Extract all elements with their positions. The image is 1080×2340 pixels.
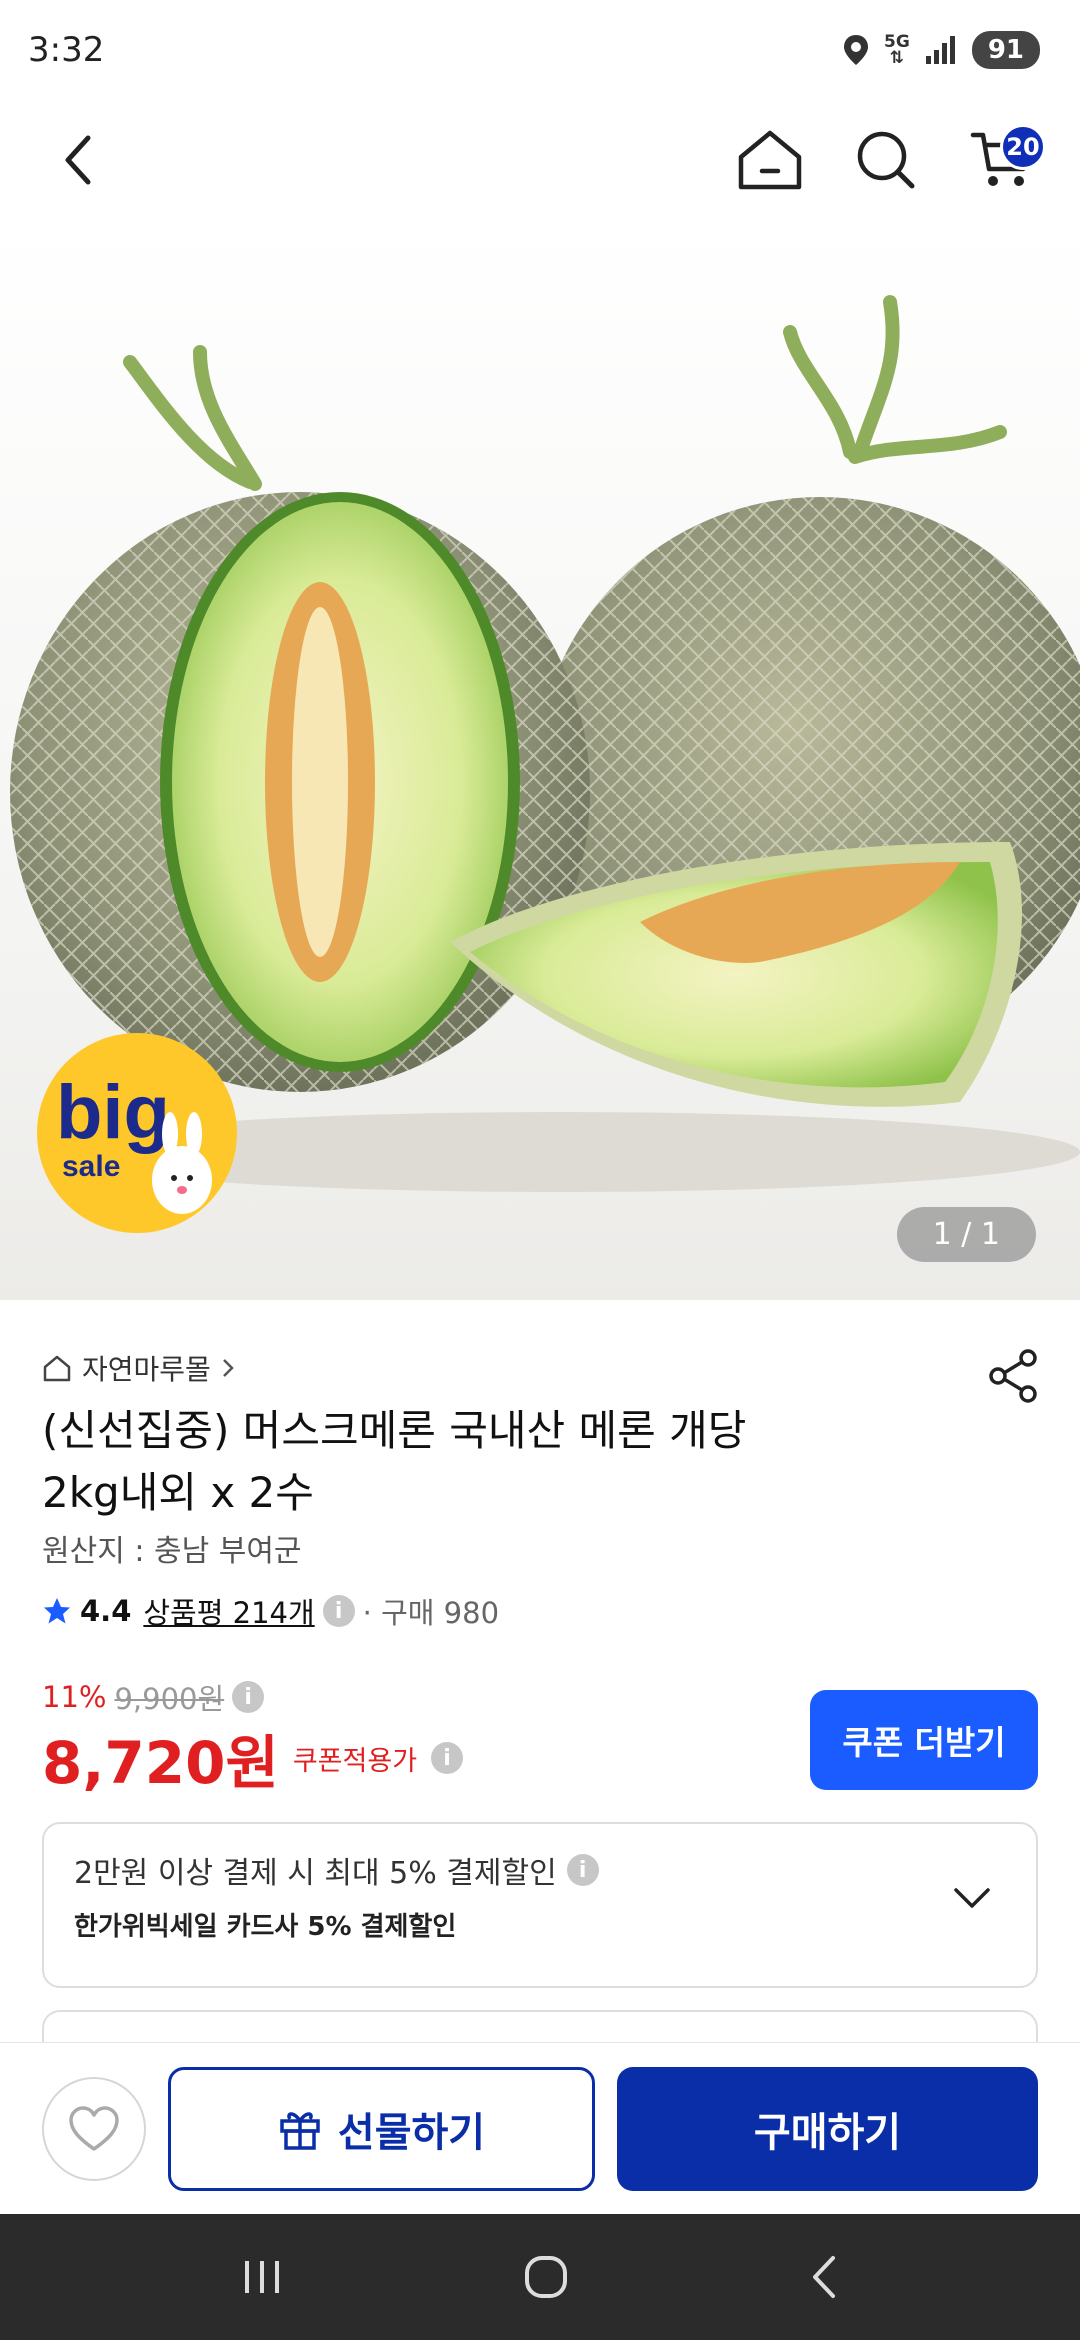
status-time: 3:32: [28, 30, 105, 70]
big-sale-badge: big sale: [34, 1030, 240, 1236]
data-arrows-icon: ⇅: [889, 48, 905, 68]
back-button[interactable]: [28, 110, 128, 210]
recent-apps-icon[interactable]: [239, 2257, 285, 2297]
signal-icon: [925, 36, 955, 64]
product-title-line1: (신선집중) 머스크메론 국내산 메론 개당: [42, 1406, 747, 1455]
network-type: 5G ⇅: [884, 34, 910, 68]
star-icon: [44, 1598, 70, 1624]
search-icon: [857, 131, 915, 189]
back-nav-icon[interactable]: [807, 2254, 841, 2300]
gift-icon: [280, 2111, 320, 2150]
svg-text:big: big: [56, 1070, 170, 1155]
cart-count-badge: 20: [1000, 124, 1046, 170]
rating-score: 4.4: [80, 1594, 132, 1628]
gift-button-label: 선물하기: [337, 2109, 486, 2156]
discount-row: 11% 9,900원 i: [42, 1676, 265, 1718]
status-bar: 3:32 5G ⇅ 91: [0, 0, 1080, 100]
review-count-link[interactable]: 상품평 214개: [143, 1590, 314, 1632]
search-button[interactable]: [836, 110, 936, 210]
coupon-applied-note: 쿠폰적용가: [292, 1745, 418, 1777]
heart-icon: [69, 2105, 119, 2151]
location-icon: [844, 35, 869, 65]
rating-row: 4.4 상품평 214개 i · 구매 980: [42, 1590, 499, 1632]
battery-indicator: 91: [971, 31, 1040, 69]
svg-text:sale: sale: [62, 1150, 120, 1183]
back-arrow-icon: [65, 135, 91, 185]
home-icon: [738, 130, 802, 190]
payment-discount-panel[interactable]: 2만원 이상 결제 시 최대 5% 결제할인 i 한가위빅세일 카드사 5% 결…: [42, 1822, 1038, 1988]
top-navigation: 20: [0, 100, 1080, 220]
discount-rate: 11%: [42, 1680, 107, 1714]
price-info-icon[interactable]: i: [232, 1681, 265, 1713]
promo-detail: 한가위빅세일 카드사 5% 결제할인: [74, 1912, 457, 1942]
promo-summary-text: 2만원 이상 결제 시 최대 5% 결제할인: [74, 1856, 557, 1891]
store-home-icon: [43, 1355, 71, 1382]
purchase-count: · 구매 980: [362, 1596, 500, 1630]
review-info-icon[interactable]: i: [322, 1595, 355, 1627]
status-icons: 5G ⇅ 91: [842, 31, 1040, 69]
original-price: 9,900원: [114, 1682, 225, 1716]
chevron-down-icon[interactable]: [952, 1886, 992, 1910]
wishlist-button[interactable]: [42, 2076, 146, 2181]
promo-summary: 2만원 이상 결제 시 최대 5% 결제할인 i: [74, 1848, 1006, 1892]
product-title: (신선집중) 머스크메론 국내산 메론 개당 2kg내외 x 2수: [42, 1400, 922, 1524]
gift-button[interactable]: 선물하기: [168, 2066, 595, 2191]
promo-info-icon[interactable]: i: [566, 1854, 599, 1886]
share-icon: [989, 1349, 1037, 1403]
system-navigation-bar: [0, 2214, 1080, 2340]
product-origin: 원산지 : 충남 부여군: [42, 1534, 302, 1569]
share-button[interactable]: [984, 1346, 1044, 1406]
home-nav-icon[interactable]: [523, 2254, 569, 2300]
coupon-info-icon[interactable]: i: [431, 1742, 464, 1774]
price-row: 8,720원 쿠폰적용가 i: [42, 1716, 464, 1800]
get-more-coupons-button[interactable]: 쿠폰 더받기: [810, 1690, 1038, 1790]
cart-button[interactable]: 20: [952, 110, 1052, 210]
chevron-right-icon: [222, 1359, 234, 1377]
sale-price: 8,720원: [42, 1729, 279, 1797]
product-title-line2: 2kg내외 x 2수: [42, 1468, 314, 1517]
big-sale-logo: big sale: [37, 1033, 237, 1233]
buy-button[interactable]: 구매하기: [617, 2066, 1038, 2191]
product-image-carousel[interactable]: big sale 1 / 1: [0, 222, 1080, 1300]
store-name: 자연마루몰: [82, 1353, 211, 1386]
image-counter: 1 / 1: [896, 1207, 1036, 1262]
store-link[interactable]: 자연마루몰: [42, 1348, 235, 1388]
home-button[interactable]: [720, 110, 820, 210]
bottom-action-bar: 선물하기 구매하기: [0, 2042, 1080, 2214]
